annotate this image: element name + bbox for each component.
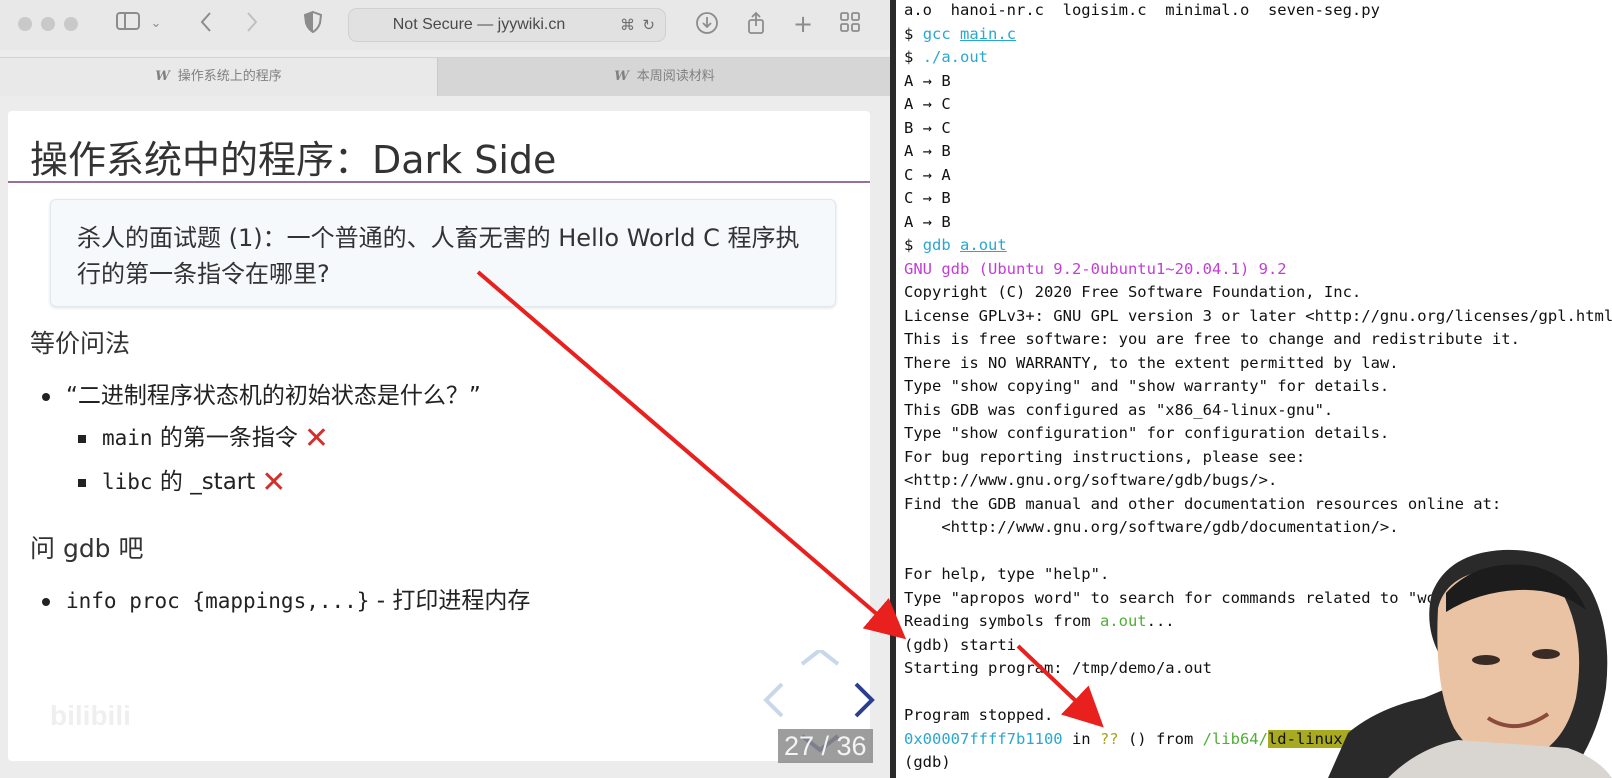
prompt: $: [904, 48, 914, 66]
sub-bullet-libc: libc 的 _start ✕: [78, 462, 286, 500]
new-tab-icon[interactable]: +: [792, 11, 814, 37]
bullet-dot: [42, 392, 50, 401]
title-divider: [8, 181, 870, 183]
output-line: A → B: [904, 71, 951, 90]
sub-bullet-main: main 的第一条指令 ✕: [78, 418, 329, 456]
question-box: 杀人的面试题 (1)：一个普通的、人畜无害的 Hello World C 程序执…: [50, 199, 836, 307]
output-line: This is free software: you are free to c…: [904, 330, 1520, 348]
tab-label: 操作系统上的程序: [177, 69, 282, 84]
output-line: A → B: [904, 142, 951, 160]
output-line: <http://www.gnu.org/software/gdb/bugs/>.: [904, 471, 1278, 489]
site-favicon-icon: W: [614, 69, 629, 84]
command: ./a.out: [922, 48, 989, 66]
nav-right-icon: [854, 682, 875, 718]
tab-bar: W 操作系统上的程序 W 本周阅读材料: [0, 57, 890, 96]
command-arg: main.c: [960, 24, 1017, 43]
bilibili-watermark: bilibili: [50, 700, 131, 731]
slide: 操作系统中的程序：Dark Side 杀人的面试题 (1)：一个普通的、人畜无害…: [8, 111, 870, 761]
browser-window: ⌄ Not Secure — jyywiki.cn ⌘ ↻ + W 操作系统上的程…: [0, 0, 890, 778]
page-counter: 27 / 36: [778, 729, 873, 763]
tab-reading[interactable]: W 本周阅读材料: [437, 58, 890, 96]
nav-up-icon: [800, 650, 840, 666]
output-line: C → A: [904, 165, 951, 184]
close-window-button[interactable]: [18, 17, 32, 31]
output-line: <http://www.gnu.org/software/gdb/documen…: [904, 518, 1399, 536]
code-info-proc: info proc {mappings,...}: [66, 589, 370, 613]
command: gcc: [922, 24, 951, 43]
address: 0x00007ffff7b1100: [904, 729, 1063, 748]
output-line: A → C: [904, 95, 951, 113]
cross-icon: ✕: [303, 421, 330, 456]
reading-prefix: Reading symbols from: [904, 612, 1100, 630]
prompt: $: [904, 236, 914, 254]
output-line: For bug reporting instructions, please s…: [904, 447, 1306, 466]
output-line: There is NO WARRANTY, to the extent perm…: [904, 353, 1399, 372]
bullet-square: [78, 434, 86, 443]
downloads-icon[interactable]: [694, 11, 720, 37]
address-bar[interactable]: Not Secure — jyywiki.cn ⌘ ↻: [348, 8, 666, 42]
command: gdb: [922, 236, 951, 254]
translate-icon[interactable]: ⌘: [620, 9, 635, 41]
prompt: $: [904, 24, 914, 43]
sub-bullet-text: 的第一条指令: [159, 425, 298, 451]
privacy-shield-icon[interactable]: [302, 10, 324, 37]
lib-path: /lib64/: [1202, 729, 1268, 748]
bullet-dot: [42, 597, 50, 606]
output-line: Type "show copying" and "show warranty" …: [904, 377, 1390, 395]
question-text: 杀人的面试题 (1)：一个普通的、人畜无害的 Hello World C 程序执…: [77, 224, 800, 288]
minimize-window-button[interactable]: [41, 17, 55, 31]
webcam-overlay: [1328, 549, 1612, 778]
from-word: () from: [1118, 729, 1203, 748]
code-main: main: [102, 426, 153, 450]
back-icon[interactable]: [194, 11, 218, 37]
bullet-text: “二进制程序状态机的初始状态是什么？”: [66, 383, 481, 409]
tab-overview-icon[interactable]: [838, 11, 862, 37]
bullet-initial-state: “二进制程序状态机的初始状态是什么？”: [42, 376, 481, 410]
unknown-function: ??: [1099, 729, 1119, 748]
output-line: Type "show configuration" for configurat…: [904, 424, 1390, 442]
browser-toolbar: ⌄ Not Secure — jyywiki.cn ⌘ ↻ +: [0, 0, 890, 50]
tab-current[interactable]: W 操作系统上的程序: [0, 58, 437, 96]
output-line: License GPLv3+: GNU GPL version 3 or lat…: [904, 306, 1612, 325]
gdb-version-line: GNU gdb (Ubuntu 9.2-0ubuntu1~20.04.1) 9.…: [904, 259, 1287, 278]
sub-bullet-text: 的 _start: [159, 469, 256, 495]
command-line-gdb: $ gdb a.out: [904, 234, 1612, 258]
slide-title: 操作系统中的程序：Dark Side: [30, 138, 557, 182]
share-icon[interactable]: [744, 11, 768, 37]
reload-icon[interactable]: ↻: [642, 9, 655, 41]
tab-label: 本周阅读材料: [636, 69, 715, 84]
output-line: A → B: [904, 212, 951, 231]
output-line: B → C: [904, 118, 951, 137]
site-favicon-icon: W: [155, 69, 170, 84]
section-heading-gdb: 问 gdb 吧: [30, 534, 144, 563]
ls-output-line: a.o hanoi-nr.c logisim.c minimal.o seven…: [904, 1, 1380, 19]
cross-icon: ✕: [261, 465, 287, 500]
output-line: Copyright (C) 2020 Free Software Foundat…: [904, 283, 1362, 301]
url-text: Not Secure — jyywiki.cn: [392, 16, 566, 33]
reading-suffix: ...: [1146, 612, 1175, 630]
section-heading-equivalent: 等价问法: [30, 329, 131, 358]
reading-file: a.out: [1099, 612, 1147, 630]
in-word: in: [1062, 729, 1100, 748]
nav-left-icon: [763, 682, 784, 718]
code-libc: libc: [102, 470, 153, 494]
forward-icon[interactable]: [240, 11, 264, 37]
chevron-down-icon[interactable]: ⌄: [148, 11, 164, 37]
bullet-square: [78, 478, 86, 487]
output-line: C → B: [904, 189, 951, 207]
output-line: Find the GDB manual and other documentat…: [904, 494, 1502, 513]
output-line: This GDB was configured as "x86_64-linux…: [904, 400, 1334, 419]
sidebar-icon[interactable]: [113, 11, 143, 37]
bullet-info-proc: info proc {mappings,...} - 打印进程内存: [42, 581, 530, 615]
zoom-window-button[interactable]: [64, 17, 78, 31]
command-line-run: $ ./a.out: [904, 46, 1612, 70]
command-arg: a.out: [960, 236, 1007, 254]
command-line-gcc: $ gcc main.c: [904, 23, 1612, 47]
bullet-text: - 打印进程内存: [376, 588, 531, 614]
